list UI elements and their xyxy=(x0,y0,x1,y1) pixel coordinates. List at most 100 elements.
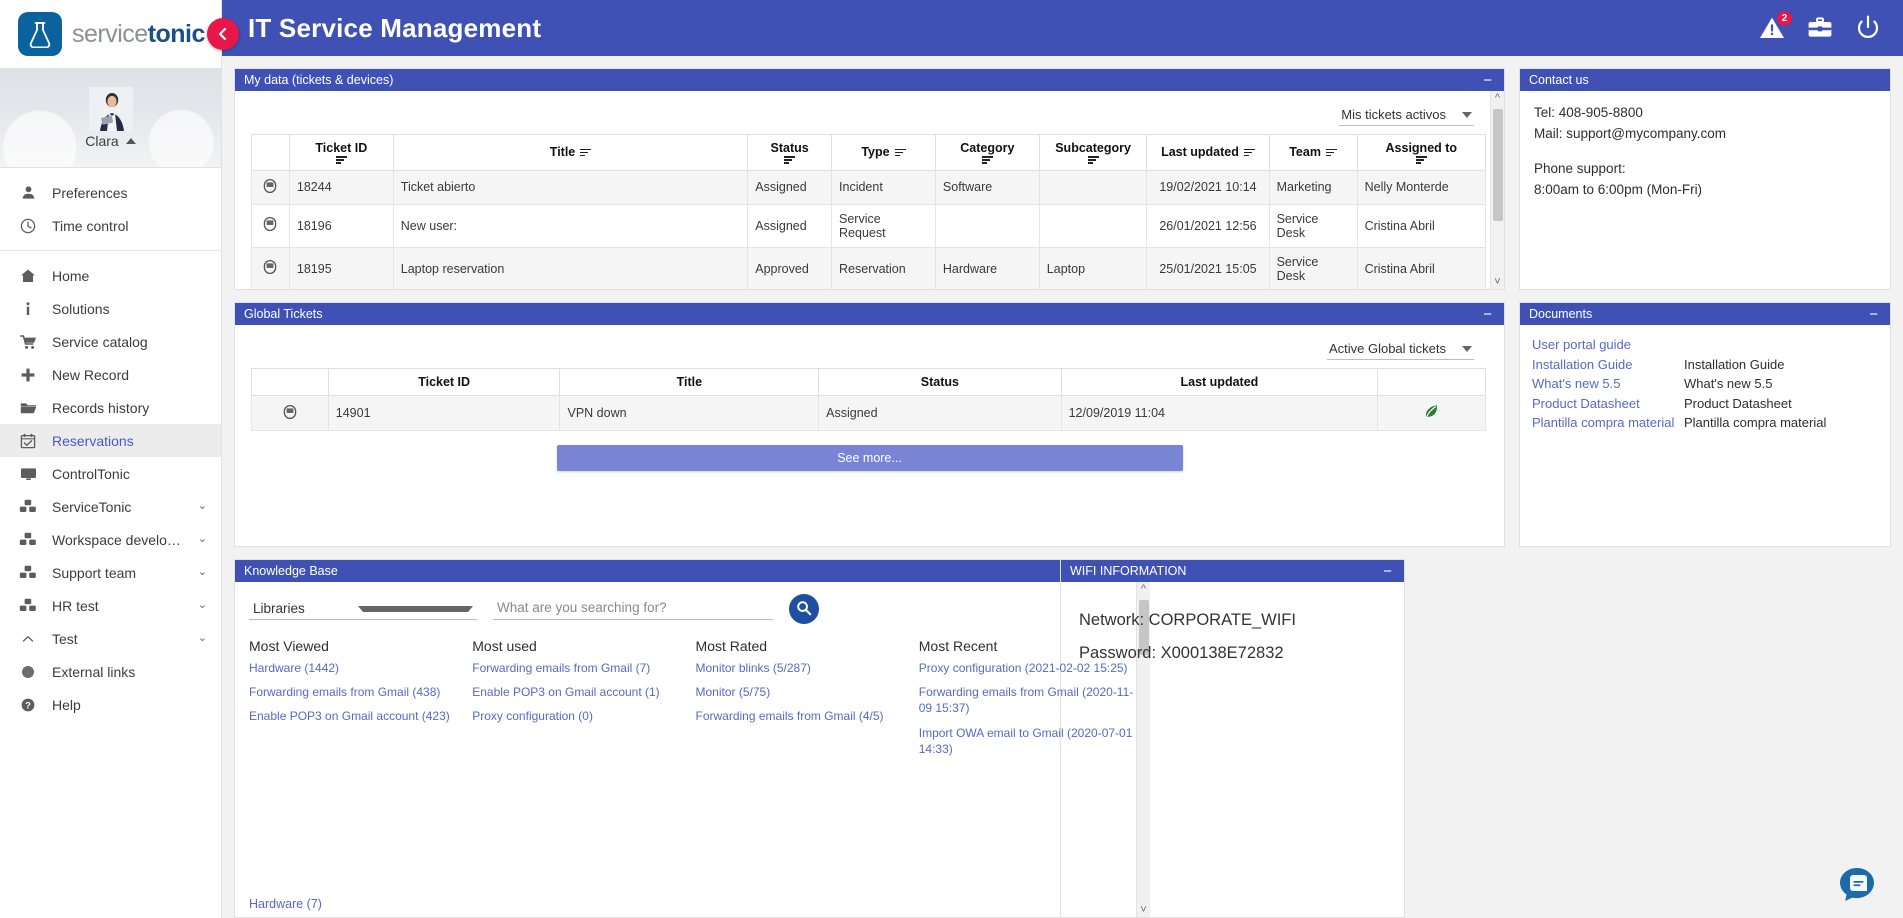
avatar xyxy=(88,86,133,131)
table-row[interactable]: 18244 Ticket abierto Assigned Incident S… xyxy=(251,169,1487,205)
document-link[interactable]: Plantilla compra material xyxy=(1532,414,1684,432)
sidebar-item-records-history[interactable]: Records history xyxy=(0,391,221,424)
sidebar-item-support-team[interactable]: Support team ⌄ xyxy=(0,556,221,589)
col-ticket-id[interactable]: Ticket ID xyxy=(288,134,394,171)
sidebar-item-hr-test[interactable]: HR test ⌄ xyxy=(0,589,221,622)
sidebar-item-test[interactable]: Test ⌄ xyxy=(0,622,221,655)
col-category[interactable]: Category xyxy=(934,134,1040,171)
col-title[interactable]: Title xyxy=(559,368,820,396)
cell-status: Assigned xyxy=(747,203,833,248)
sidebar-item-home[interactable]: Home xyxy=(0,259,221,292)
my-data-filter-select[interactable]: Mis tickets activos xyxy=(1339,105,1474,126)
col-subcategory[interactable]: Subcategory xyxy=(1038,134,1148,171)
power-icon[interactable] xyxy=(1855,15,1881,41)
global-filter-select[interactable]: Active Global tickets xyxy=(1326,339,1474,360)
minimize-icon[interactable]: − xyxy=(1867,307,1880,322)
kb-article-link[interactable]: Proxy configuration (0) xyxy=(472,708,687,724)
sort-icon[interactable] xyxy=(1325,148,1337,156)
minimize-icon[interactable]: − xyxy=(1381,564,1394,579)
col-status[interactable]: Status xyxy=(818,368,1062,396)
kb-article-link[interactable]: Forwarding emails from Gmail (7) xyxy=(472,660,687,676)
library-select-value: Libraries xyxy=(253,601,305,616)
kb-article-link[interactable]: Monitor (5/75) xyxy=(696,684,911,700)
sidebar-item-reservations[interactable]: Reservations xyxy=(0,424,221,457)
search-input[interactable] xyxy=(495,599,771,616)
table-row[interactable]: 18196 New user: Assigned Service Request… xyxy=(251,203,1487,248)
brand-logo-area[interactable]: servicetonic xyxy=(0,0,221,68)
sort-icon[interactable] xyxy=(580,148,592,156)
sidebar-item-preferences[interactable]: Preferences xyxy=(0,176,221,209)
document-link[interactable]: Product Datasheet xyxy=(1532,395,1684,413)
kb-article-link[interactable]: Forwarding emails from Gmail (438) xyxy=(249,684,464,700)
kb-column-heading: Most Viewed xyxy=(249,638,329,654)
sidebar-item-workspace-developers[interactable]: Workspace developers ⌄ xyxy=(0,523,221,556)
scroll-down-arrow[interactable]: ˅ xyxy=(1494,275,1500,289)
attachment-leaf-icon[interactable] xyxy=(1377,395,1486,431)
sidebar-item-solutions[interactable]: Solutions xyxy=(0,292,221,325)
col-title[interactable]: Title xyxy=(392,134,749,171)
col-label: Ticket ID xyxy=(315,141,368,155)
document-link[interactable]: What's new 5.5 xyxy=(1532,375,1684,393)
col-status[interactable]: Status xyxy=(747,134,833,171)
chevron-down-icon[interactable]: ⌄ xyxy=(198,501,207,512)
sidebar-item-servicetonic[interactable]: ServiceTonic ⌄ xyxy=(0,490,221,523)
clock-icon xyxy=(18,218,38,234)
chevron-down-icon[interactable]: ⌄ xyxy=(198,600,207,611)
document-link[interactable]: User portal guide xyxy=(1532,336,1684,354)
kb-footer-link[interactable]: Hardware (7) xyxy=(249,897,322,911)
chevron-down-icon[interactable]: ⌄ xyxy=(198,633,207,644)
briefcase-icon[interactable] xyxy=(1807,16,1833,40)
warning-triangle-icon[interactable]: 2 xyxy=(1759,11,1792,40)
sidebar-item-controltonic[interactable]: ControlTonic xyxy=(0,457,221,490)
my-data-scrollbar[interactable]: ^ ˅ xyxy=(1490,91,1504,289)
sidebar-collapse-button[interactable] xyxy=(207,18,239,50)
col-last-updated[interactable]: Last updated xyxy=(1146,134,1270,171)
kb-article-link[interactable]: Enable POP3 on Gmail account (423) xyxy=(249,708,464,724)
sort-icon[interactable] xyxy=(981,156,993,164)
scrollbar-thumb[interactable] xyxy=(1493,109,1503,221)
see-more-button[interactable]: See more... xyxy=(556,445,1183,471)
sidebar-item-time-control[interactable]: Time control xyxy=(0,209,221,242)
wifi-network: Network: CORPORATE_WIFI xyxy=(1079,611,1296,629)
contact-tel: Tel: 408-905-8800 xyxy=(1534,105,1643,120)
col-ticket-id[interactable]: Ticket ID xyxy=(327,368,561,396)
kb-article-link[interactable]: Forwarding emails from Gmail (4/5) xyxy=(696,708,911,724)
document-link[interactable]: Installation Guide xyxy=(1532,356,1684,374)
kb-article-link[interactable]: Monitor blinks (5/287) xyxy=(696,660,911,676)
panel-header: My data (tickets & devices) − xyxy=(235,69,1504,91)
user-profile-box[interactable]: Clara xyxy=(0,68,221,168)
sidebar-item-new-record[interactable]: New Record xyxy=(0,358,221,391)
user-name-toggle[interactable]: Clara xyxy=(85,133,136,149)
table-row[interactable]: 14901 VPN down Assigned 12/09/2019 11:04 xyxy=(251,395,1486,431)
sidebar-item-external-links[interactable]: External links xyxy=(0,655,221,688)
ticket-icon[interactable] xyxy=(251,246,290,289)
col-last-updated[interactable]: Last updated xyxy=(1060,368,1379,396)
ticket-icon[interactable] xyxy=(251,169,290,205)
sort-icon[interactable] xyxy=(1243,148,1255,156)
minimize-icon[interactable]: − xyxy=(1481,307,1494,322)
col-team[interactable]: Team xyxy=(1268,134,1358,171)
sidebar-item-service-catalog[interactable]: Service catalog xyxy=(0,325,221,358)
col-type[interactable]: Type xyxy=(831,134,936,171)
kb-article-link[interactable]: Hardware (1442) xyxy=(249,660,464,676)
sort-icon[interactable] xyxy=(335,156,347,164)
chat-bubble-icon[interactable] xyxy=(1837,864,1877,904)
sort-icon[interactable] xyxy=(784,156,796,164)
chevron-down-icon[interactable]: ⌄ xyxy=(198,567,207,578)
chevron-down-icon[interactable]: ⌄ xyxy=(198,534,207,545)
sidebar-item-help[interactable]: ? Help xyxy=(0,688,221,721)
table-row[interactable]: 18195 Laptop reservation Approved Reserv… xyxy=(251,246,1487,289)
library-select[interactable]: Libraries xyxy=(249,599,477,620)
sort-icon[interactable] xyxy=(1415,156,1427,164)
ticket-icon[interactable] xyxy=(251,395,329,431)
sort-icon[interactable] xyxy=(894,148,906,156)
sort-icon[interactable] xyxy=(1087,156,1099,164)
kb-article-link[interactable]: Enable POP3 on Gmail account (1) xyxy=(472,684,687,700)
col-assigned-to[interactable]: Assigned to xyxy=(1356,134,1487,171)
ticket-icon[interactable] xyxy=(251,203,290,248)
minimize-icon[interactable]: − xyxy=(1481,73,1494,88)
scroll-up-arrow[interactable]: ^ xyxy=(1495,91,1500,105)
search-button[interactable] xyxy=(789,594,819,624)
panel-title: Contact us xyxy=(1529,73,1589,87)
